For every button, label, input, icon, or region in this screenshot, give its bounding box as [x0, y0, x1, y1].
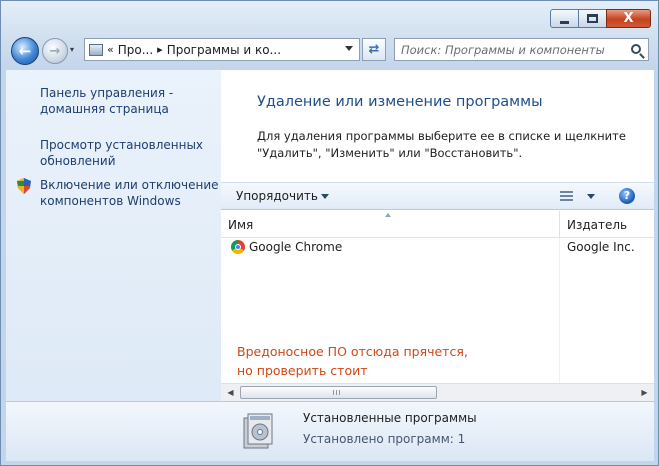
horizontal-scrollbar[interactable]: ◀ ▶: [221, 383, 654, 401]
annotation-line: но проверить стоит: [237, 363, 368, 378]
program-publisher: Google Inc.: [567, 240, 635, 254]
details-title: Установленные программы: [303, 411, 477, 425]
sidebar-item-windows-features[interactable]: Включение или отключение компонентов Win…: [40, 177, 220, 209]
breadcrumb-separator[interactable]: ▸: [157, 43, 163, 56]
sort-ascending-icon: [385, 213, 391, 217]
uac-shield-icon: [17, 178, 31, 194]
installed-programs-icon: [243, 413, 273, 449]
sidebar-item-control-panel-home[interactable]: Панель управления - домашняя страница: [40, 85, 220, 117]
back-button[interactable]: ←: [11, 37, 39, 65]
refresh-icon: ⇄: [368, 42, 380, 57]
annotation-text: Вредоносное ПО отсюда прячется, но прове…: [237, 342, 468, 380]
address-dropdown-icon[interactable]: [345, 46, 353, 51]
breadcrumb-overflow[interactable]: «: [107, 43, 114, 56]
refresh-button[interactable]: ⇄: [362, 38, 386, 61]
help-icon[interactable]: ?: [619, 188, 635, 204]
recent-pages-dropdown[interactable]: ▾: [70, 45, 74, 54]
column-divider[interactable]: [559, 211, 560, 238]
views-icon[interactable]: [560, 191, 573, 202]
breadcrumb-item[interactable]: Про...: [118, 43, 153, 57]
scroll-right-icon[interactable]: ▶: [636, 385, 653, 401]
window-frame: X ← → ▾ « Про... ▸ Программы и ко... ⇄ П…: [0, 0, 659, 466]
address-bar[interactable]: « Про... ▸ Программы и ко...: [84, 38, 360, 61]
table-row[interactable]: Google Chrome Google Inc.: [221, 238, 654, 258]
close-icon: X: [623, 11, 634, 26]
close-button[interactable]: X: [606, 9, 651, 28]
details-count: Установлено программ: 1: [303, 432, 466, 446]
minimize-button[interactable]: [550, 9, 579, 28]
arrow-left-icon: ←: [18, 41, 32, 60]
column-header-publisher[interactable]: Издатель: [567, 218, 627, 232]
chevron-down-icon[interactable]: [321, 194, 329, 199]
minimize-icon: [560, 20, 569, 24]
arrow-right-icon: →: [49, 43, 61, 59]
breadcrumb-item[interactable]: Программы и ко...: [167, 43, 281, 57]
search-icon[interactable]: [631, 44, 641, 54]
column-header-name[interactable]: Имя: [228, 218, 253, 232]
maximize-button[interactable]: [578, 9, 607, 28]
details-pane: Установленные программы Установлено прог…: [6, 401, 654, 461]
main-content: Удаление или изменение программы Для уда…: [221, 70, 654, 401]
sidebar-item-view-updates[interactable]: Просмотр установленных обновлений: [40, 137, 220, 169]
command-bar: Упорядочить ?: [221, 182, 654, 210]
chrome-icon: [231, 240, 245, 254]
search-input[interactable]: [401, 42, 629, 57]
control-panel-icon: [89, 43, 103, 56]
chevron-down-icon[interactable]: [587, 194, 595, 199]
forward-button[interactable]: →: [42, 38, 68, 64]
search-box[interactable]: [394, 38, 649, 61]
scroll-left-icon[interactable]: ◀: [222, 385, 239, 401]
maximize-icon: [587, 14, 598, 23]
page-title: Удаление или изменение программы: [257, 94, 543, 110]
column-header-row: Имя Издатель: [221, 211, 654, 238]
caption-buttons: X: [550, 9, 651, 28]
annotation-line: Вредоносное ПО отсюда прячется,: [237, 344, 468, 359]
program-name: Google Chrome: [249, 240, 343, 254]
page-description: Для удаления программы выберите ее в спи…: [257, 129, 626, 160]
scrollbar-thumb[interactable]: [240, 386, 437, 399]
organize-button[interactable]: Упорядочить: [236, 189, 318, 203]
column-divider-line: [559, 238, 560, 383]
